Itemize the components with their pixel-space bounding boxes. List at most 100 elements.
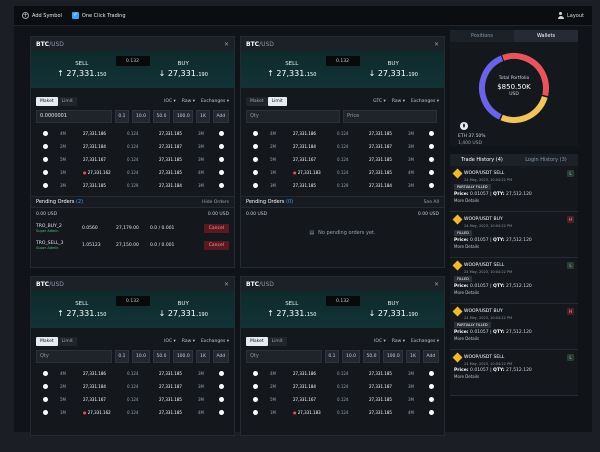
radio-icon[interactable] — [43, 157, 48, 162]
market-tab[interactable]: Maket — [246, 97, 268, 106]
quantity-chip[interactable]: 1K — [196, 349, 210, 363]
quantity-input[interactable]: Qty — [246, 109, 340, 123]
limit-tab[interactable]: Limit — [268, 337, 287, 346]
radio-icon[interactable] — [429, 410, 434, 415]
quantity-chip[interactable]: 50.0 — [152, 349, 171, 363]
quantity-chip[interactable]: 0.1 — [114, 109, 130, 123]
close-icon[interactable]: ✕ — [434, 281, 439, 288]
quantity-chip[interactable]: 0.1 — [324, 349, 340, 363]
limit-tab[interactable]: Limit — [58, 97, 77, 106]
tab-trade-history[interactable]: Trade History (4) — [450, 154, 514, 166]
close-icon[interactable]: ✕ — [434, 41, 439, 48]
quantity-chip[interactable]: 1K — [196, 109, 210, 123]
radio-icon[interactable] — [219, 131, 224, 136]
tab-wallets[interactable]: Wallets — [514, 30, 578, 42]
radio-icon[interactable] — [253, 384, 258, 389]
market-tab[interactable]: Maket — [36, 96, 58, 106]
quantity-chip[interactable]: 1K — [406, 349, 420, 363]
more-details-link[interactable]: More Details — [454, 198, 574, 203]
limit-tab[interactable]: Limit — [58, 337, 77, 346]
option-dropdown[interactable]: GTC ▾ — [373, 99, 386, 104]
quantity-chip[interactable]: Add — [212, 109, 229, 123]
trade-history-item[interactable]: WOOP/USDT SELL L 24 May, 2023, 10:04:22 PM… — [450, 258, 578, 304]
option-dropdown[interactable]: Exchanges ▾ — [411, 339, 439, 344]
quantity-input[interactable]: Qty — [36, 349, 112, 363]
option-dropdown[interactable]: Raw ▾ — [392, 99, 405, 104]
close-icon[interactable]: ✕ — [224, 41, 229, 48]
radio-icon[interactable] — [219, 157, 224, 162]
trade-history-item[interactable]: WOOP/USDT SELL L 24 May, 2023, 10:04:22 PM… — [450, 350, 578, 396]
radio-icon[interactable] — [43, 131, 48, 136]
checkbox-icon[interactable]: ✓ — [71, 12, 79, 19]
radio-icon[interactable] — [429, 384, 434, 389]
option-dropdown[interactable]: Raw ▾ — [182, 339, 195, 344]
quantity-chip[interactable]: 10.0 — [132, 109, 150, 123]
radio-icon[interactable] — [253, 183, 258, 188]
quantity-chip[interactable]: 0.1 — [114, 349, 130, 363]
radio-icon[interactable] — [253, 157, 258, 162]
pending-orders-action[interactable]: Hide Orders — [202, 200, 229, 205]
option-dropdown[interactable]: Raw ▾ — [182, 99, 195, 104]
market-tab[interactable]: Maket — [36, 336, 58, 346]
layout-button[interactable]: Layout — [557, 12, 584, 19]
option-dropdown[interactable]: Raw ▾ — [392, 339, 405, 344]
quantity-chip[interactable]: Add — [422, 349, 439, 363]
option-dropdown[interactable]: Exchanges ▾ — [411, 99, 439, 104]
radio-icon[interactable] — [219, 397, 224, 402]
radio-icon[interactable] — [253, 131, 258, 136]
radio-icon[interactable] — [219, 371, 224, 376]
radio-icon[interactable] — [429, 157, 434, 162]
radio-icon[interactable] — [253, 170, 258, 175]
more-details-link[interactable]: More Details — [454, 244, 574, 249]
market-tab[interactable]: Maket — [246, 336, 268, 346]
option-dropdown[interactable]: IOC ▾ — [374, 339, 386, 344]
radio-icon[interactable] — [253, 397, 258, 402]
more-details-link[interactable]: More Details — [454, 374, 574, 379]
option-dropdown[interactable]: Exchanges ▾ — [201, 99, 229, 104]
radio-icon[interactable] — [219, 183, 224, 188]
price-input[interactable]: Price — [343, 109, 437, 123]
more-details-link[interactable]: More Details — [454, 290, 574, 295]
radio-icon[interactable] — [43, 384, 48, 389]
radio-icon[interactable] — [429, 183, 434, 188]
quantity-input[interactable]: Qty — [246, 349, 322, 363]
add-symbol-button[interactable]: + Add Symbol — [22, 12, 62, 19]
trade-history-item[interactable]: WOOP/USDT BUY H 24 May, 2023, 10:04:22 PM P… — [450, 304, 578, 350]
radio-icon[interactable] — [219, 170, 224, 175]
quantity-chip[interactable]: 50.0 — [152, 109, 171, 123]
quantity-chip[interactable]: 50.0 — [362, 349, 381, 363]
radio-icon[interactable] — [429, 144, 434, 149]
radio-icon[interactable] — [219, 410, 224, 415]
cancel-button[interactable]: Cancel — [203, 241, 229, 250]
close-icon[interactable]: ✕ — [224, 281, 229, 288]
radio-icon[interactable] — [219, 384, 224, 389]
radio-icon[interactable] — [429, 131, 434, 136]
radio-icon[interactable] — [429, 397, 434, 402]
more-details-link[interactable]: More Details — [454, 336, 574, 341]
radio-icon[interactable] — [43, 144, 48, 149]
option-dropdown[interactable]: Exchanges ▾ — [201, 339, 229, 344]
radio-icon[interactable] — [253, 371, 258, 376]
radio-icon[interactable] — [43, 183, 48, 188]
trade-history-item[interactable]: WOOP/USDT SELL L 24 May, 2023, 10:04:22 PM… — [450, 166, 578, 212]
trade-history-item[interactable]: WOOP/USDT BUY H 24 May, 2023, 10:04:22 PM F… — [450, 212, 578, 258]
one-click-trading-toggle[interactable]: ✓ One Click Trading — [71, 12, 126, 19]
quantity-chip[interactable]: Add — [212, 349, 229, 363]
limit-tab[interactable]: Limit — [267, 96, 287, 106]
quantity-chip[interactable]: 100.0 — [173, 349, 194, 363]
radio-icon[interactable] — [253, 144, 258, 149]
tab-positions[interactable]: Positions — [450, 30, 514, 42]
radio-icon[interactable] — [219, 144, 224, 149]
quantity-chip[interactable]: 100.0 — [383, 349, 404, 363]
quantity-input[interactable]: 0.0000001 — [36, 109, 112, 123]
tab-login-history[interactable]: Login History (3) — [514, 154, 578, 166]
quantity-chip[interactable]: 100.0 — [173, 109, 194, 123]
radio-icon[interactable] — [43, 170, 48, 175]
quantity-chip[interactable]: 10.0 — [342, 349, 360, 363]
radio-icon[interactable] — [43, 371, 48, 376]
pending-orders-action[interactable]: See All — [424, 200, 439, 205]
radio-icon[interactable] — [43, 410, 48, 415]
radio-icon[interactable] — [429, 170, 434, 175]
radio-icon[interactable] — [429, 371, 434, 376]
quantity-chip[interactable]: 10.0 — [132, 349, 150, 363]
